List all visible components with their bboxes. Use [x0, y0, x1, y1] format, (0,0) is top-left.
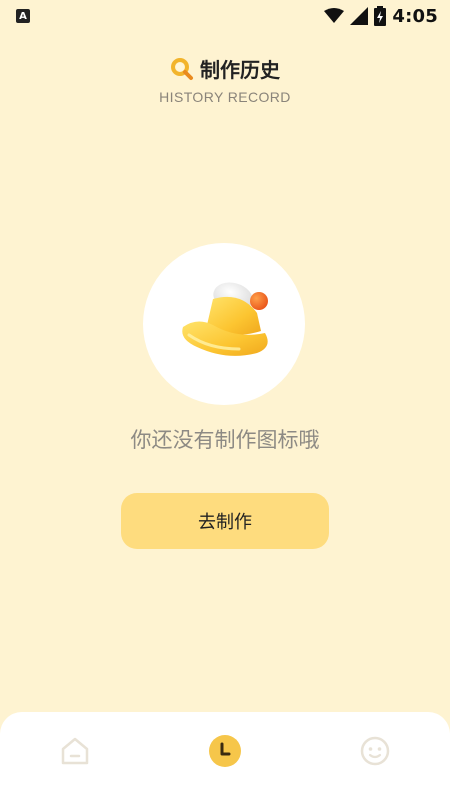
search-icon [171, 57, 193, 80]
battery-charging-icon [374, 6, 387, 26]
home-icon [61, 737, 89, 765]
page-title: 制作历史 [200, 58, 280, 82]
nav-profile[interactable] [345, 721, 405, 781]
create-button[interactable]: 去制作 [121, 493, 329, 549]
bottom-nav [0, 712, 450, 800]
empty-illustration [143, 243, 305, 405]
app-notification-icon: A [16, 9, 30, 23]
page-subtitle: HISTORY RECORD [159, 89, 291, 105]
title-row: 制作历史 [0, 54, 450, 83]
empty-message: 你还没有制作图标哦 [130, 428, 320, 452]
wifi-icon [324, 8, 345, 23]
status-left: A [16, 9, 30, 23]
bell-icon [182, 282, 268, 356]
nav-history[interactable] [195, 721, 255, 781]
history-screen: A 4:05 制作历史 HISTORY RECORD 你还没有制作图标哦 去制作 [0, 0, 450, 800]
face-icon [360, 736, 390, 766]
nav-home[interactable] [45, 721, 105, 781]
status-right: 4:05 [324, 6, 438, 27]
status-time: 4:05 [392, 5, 438, 27]
signal-icon [350, 7, 369, 25]
page-header: 制作历史 HISTORY RECORD [0, 54, 450, 105]
history-icon [209, 735, 241, 767]
status-bar: A 4:05 [0, 0, 450, 32]
